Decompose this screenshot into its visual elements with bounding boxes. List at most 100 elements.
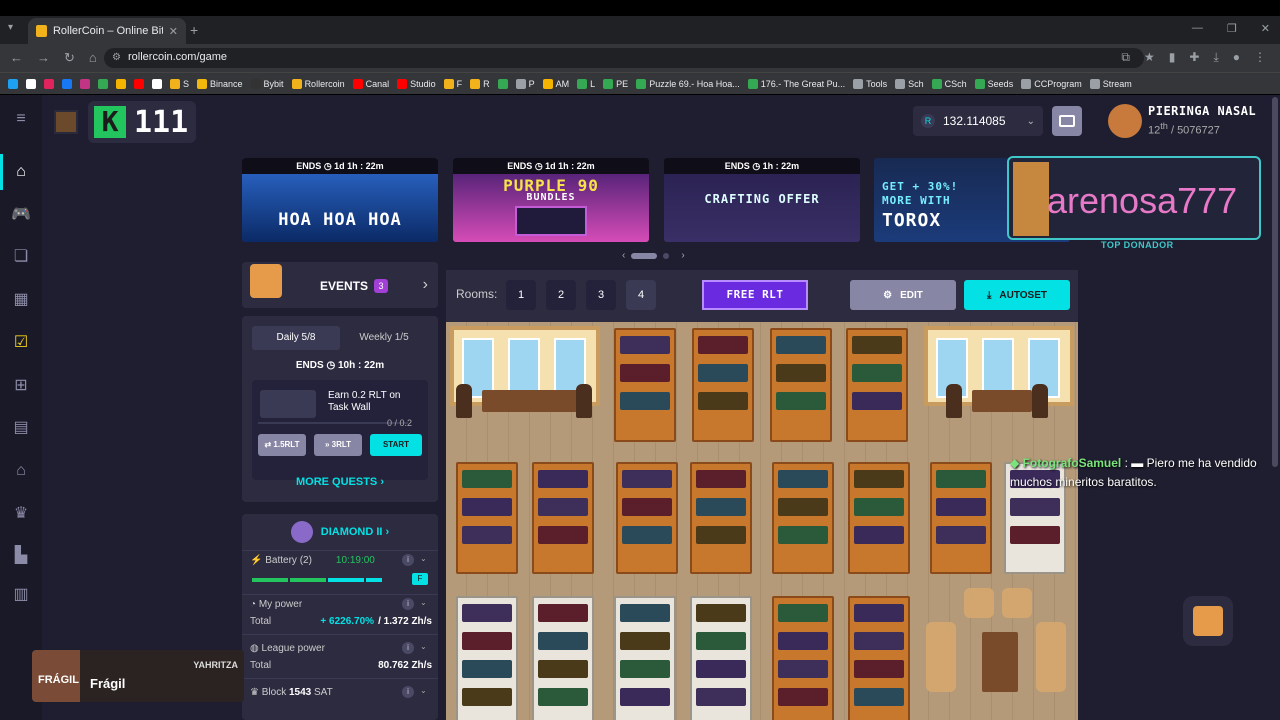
miner-slot[interactable] <box>620 660 670 678</box>
miner-rack[interactable] <box>692 328 754 442</box>
miner-rack[interactable] <box>532 462 594 574</box>
miner-slot[interactable] <box>936 526 986 544</box>
store-nav-icon[interactable]: ⌂ <box>11 462 31 480</box>
miner-rack[interactable] <box>846 328 908 442</box>
miner-slot[interactable] <box>778 604 828 622</box>
chevron-down-icon[interactable]: ⌄ <box>420 642 432 654</box>
trophy-nav-icon[interactable]: ♛ <box>11 505 31 523</box>
bookmark-item[interactable] <box>62 78 72 89</box>
miner-slot[interactable] <box>462 632 512 650</box>
wiki-nav-icon[interactable]: ▥ <box>11 586 31 604</box>
bookmark-item[interactable]: Puzzle 69.- Hoa Hoa... <box>636 78 740 89</box>
chevron-down-icon[interactable]: ⌄ <box>420 598 432 610</box>
miner-slot[interactable] <box>696 604 746 622</box>
url-field[interactable]: ⚙ rollercoin.com/game <box>104 48 1144 68</box>
mining-room[interactable] <box>446 322 1078 720</box>
miner-rack[interactable] <box>614 596 676 720</box>
bookmark-item[interactable]: Canal <box>352 78 389 89</box>
bookmark-item[interactable]: R <box>470 78 490 89</box>
balance-selector[interactable]: R 132.114085 ⌄ <box>913 106 1043 136</box>
room-desk[interactable] <box>972 390 1032 412</box>
miner-slot[interactable] <box>698 364 748 382</box>
download-icon[interactable]: ⤓ <box>1213 50 1218 65</box>
room-1-button[interactable]: 1 <box>506 280 536 310</box>
miner-slot[interactable] <box>778 526 828 544</box>
tab-daily[interactable]: Daily 5/8 <box>252 326 340 350</box>
player-avatar[interactable] <box>54 110 78 134</box>
chevron-down-icon[interactable]: ⌄ <box>420 554 432 566</box>
miner-slot[interactable] <box>538 526 588 544</box>
miner-rack[interactable] <box>616 462 678 574</box>
miner-slot[interactable] <box>622 498 672 516</box>
miner-slot[interactable] <box>538 498 588 516</box>
cart-nav-icon[interactable]: ⊞ <box>11 377 31 395</box>
pager-dot[interactable] <box>663 252 670 259</box>
games-nav-icon[interactable]: 🎮 <box>11 206 31 224</box>
forward-icon[interactable]: → <box>37 50 50 66</box>
profile-icon[interactable]: ● <box>1233 50 1240 65</box>
prev-banner-icon[interactable]: ‹ <box>622 250 625 261</box>
events-panel[interactable]: EVENTS 3 › <box>242 262 438 308</box>
more-quests-link[interactable]: MORE QUESTS › <box>242 476 438 488</box>
miner-slot[interactable] <box>696 632 746 650</box>
restore-icon[interactable]: ❐ <box>1227 22 1237 35</box>
support-chat-button[interactable] <box>1183 596 1233 646</box>
miner-slot[interactable] <box>462 470 512 488</box>
bookmark-item[interactable]: AM <box>542 78 569 89</box>
bookmark-item[interactable] <box>98 78 108 89</box>
miner-slot[interactable] <box>462 688 512 706</box>
close-window-icon[interactable]: ✕ <box>1261 22 1270 35</box>
miner-slot[interactable] <box>778 688 828 706</box>
start-quest-button[interactable]: START <box>370 434 422 456</box>
bookmark-item[interactable] <box>26 78 36 89</box>
bookmark-item[interactable] <box>152 78 162 89</box>
miner-slot[interactable] <box>854 526 904 544</box>
bookmark-item[interactable] <box>116 78 126 89</box>
skip-rlt-button[interactable]: » 3RLT <box>314 434 362 456</box>
rig-nav-icon[interactable]: ▙ <box>11 547 31 565</box>
miner-rack[interactable] <box>532 596 594 720</box>
browser-tab[interactable]: RollerCoin – Online Bitcoin Mi... ✕ <box>28 18 186 44</box>
miner-rack[interactable] <box>772 596 834 720</box>
reload-icon[interactable]: ↻ <box>64 50 75 66</box>
miner-slot[interactable] <box>538 688 588 706</box>
menu-toggle-icon[interactable]: ≡ <box>11 110 31 128</box>
banner-crafting[interactable]: ENDS ◷ 1h : 22m CRAFTING OFFER <box>664 158 860 242</box>
miner-slot[interactable] <box>538 470 588 488</box>
bookmark-item[interactable]: Tools <box>853 78 887 89</box>
miner-slot[interactable] <box>936 470 986 488</box>
battery-charge-icon[interactable]: F <box>412 573 428 585</box>
room-3-button[interactable]: 3 <box>586 280 616 310</box>
miner-slot[interactable] <box>852 364 902 382</box>
user-avatar[interactable] <box>1108 104 1142 138</box>
extension-icon[interactable]: ▮ <box>1169 50 1176 65</box>
room-2-button[interactable]: 2 <box>546 280 576 310</box>
miner-rack[interactable] <box>690 596 752 720</box>
miner-slot[interactable] <box>696 470 746 488</box>
miner-slot[interactable] <box>538 632 588 650</box>
bookmark-item[interactable]: P <box>515 78 535 89</box>
miner-slot[interactable] <box>776 392 826 410</box>
miner-slot[interactable] <box>620 632 670 650</box>
banner-hoa-hoa[interactable]: ENDS ◷ 1d 1h : 22m HOA HOA HOA <box>242 158 438 242</box>
miner-slot[interactable] <box>538 604 588 622</box>
info-icon[interactable]: i <box>402 686 414 698</box>
bookmark-item[interactable]: Seeds <box>974 78 1013 89</box>
menu-icon[interactable]: ⋮ <box>1254 50 1266 65</box>
miner-slot[interactable] <box>1010 526 1060 544</box>
pager-dot-active[interactable] <box>631 252 658 259</box>
info-icon[interactable]: i <box>402 554 414 566</box>
bookmark-item[interactable] <box>8 78 18 89</box>
miner-slot[interactable] <box>698 392 748 410</box>
miner-slot[interactable] <box>696 688 746 706</box>
info-icon[interactable]: i <box>402 642 414 654</box>
miner-slot[interactable] <box>462 498 512 516</box>
site-info-icon[interactable]: ⚙ <box>112 52 121 63</box>
miner-slot[interactable] <box>852 392 902 410</box>
miner-slot[interactable] <box>538 660 588 678</box>
miner-slot[interactable] <box>698 336 748 354</box>
edit-button[interactable]: ⚙ EDIT <box>850 280 956 310</box>
miner-slot[interactable] <box>1010 498 1060 516</box>
miner-slot[interactable] <box>462 526 512 544</box>
close-tab-icon[interactable]: ✕ <box>169 25 178 38</box>
